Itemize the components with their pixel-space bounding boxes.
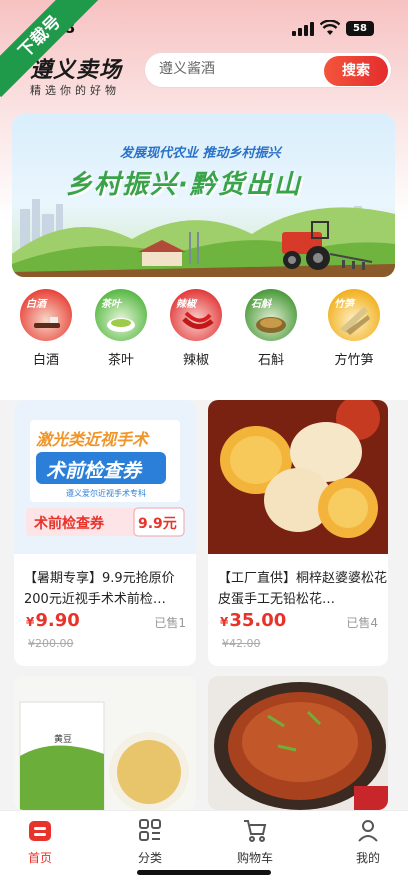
home-indicator (137, 870, 271, 875)
product-title: 【工厂直供】桐梓赵婆婆松花皮蛋手工无铅松花… (218, 571, 388, 607)
product-image-line4: 术前检查券 (34, 516, 104, 532)
product-card[interactable]: 黄豆 (14, 676, 196, 810)
category-label: 白酒 (32, 353, 59, 368)
category-label: 茶叶 (107, 353, 134, 368)
chili-icon: 辣椒 (170, 289, 222, 341)
product-sold-count: 已售4 (346, 616, 378, 630)
category-bamboo-shoot[interactable]: 竹笋 方竹笋 (324, 289, 384, 368)
product-card[interactable]: 激光类近视手术 术前检查券 遵义爱尔近视手术专科 术前检查券 9.9元 【暑期专… (14, 400, 196, 666)
product-price: ¥9.90 (26, 610, 80, 631)
product-image-line2: 术前检查券 (46, 460, 142, 482)
tab-cart[interactable]: 购物车 (225, 817, 285, 866)
promo-banner[interactable]: 发展现代农业 推动乡村振兴 乡村振兴·黔货出山 (12, 114, 395, 277)
tab-category[interactable]: 分类 (120, 817, 180, 866)
app-logo-subtitle: 精选你的好物 (30, 84, 120, 97)
product-original-price: ¥200.00 (28, 637, 74, 650)
category-grid-icon (137, 817, 163, 843)
product-image-label: 黄豆 (54, 735, 73, 745)
product-image-line3: 遵义爱尔近视手术专科 (66, 489, 146, 498)
category-tea[interactable]: 茶叶 茶叶 (91, 289, 151, 368)
category-label: 方竹笋 (334, 353, 374, 368)
search-bar: 搜索 (144, 52, 392, 88)
tab-label: 分类 (137, 851, 162, 865)
tab-label: 我的 (355, 851, 380, 865)
product-sold-count: 已售1 (154, 616, 186, 630)
tab-home[interactable]: 首页 (10, 817, 70, 866)
product-price: ¥35.00 (220, 610, 287, 631)
home-icon (27, 817, 53, 843)
banner-subtitle: 发展现代农业 推动乡村振兴 (120, 146, 281, 161)
category-label: 石斛 (257, 353, 284, 368)
user-icon (355, 817, 381, 843)
product-image: 激光类近视手术 术前检查券 遵义爱尔近视手术专科 术前检查券 9.9元 (14, 400, 196, 554)
category-baijiu[interactable]: 白酒 白酒 (16, 289, 76, 368)
baijiu-icon: 白酒 (20, 289, 72, 341)
category-dendrobium[interactable]: 石斛 石斛 (241, 289, 301, 368)
category-row: 白酒 白酒 茶叶 茶叶 辣椒 辣椒 石斛 石斛 竹笋 方竹笋 (0, 285, 408, 375)
tab-label: 购物车 (236, 851, 273, 865)
cart-icon (242, 817, 268, 843)
battery-icon: 58 (346, 21, 374, 36)
product-card[interactable]: 【工厂直供】桐梓赵婆婆松花皮蛋手工无铅松花… ¥35.00 已售4 ¥42.00 (208, 400, 388, 666)
product-image-price-tag: 9.9元 (138, 516, 177, 532)
banner-title: 乡村振兴·黔货出山 (66, 170, 302, 200)
search-button[interactable]: 搜索 (324, 56, 388, 86)
product-image (208, 676, 388, 810)
tab-profile[interactable]: 我的 (338, 817, 398, 866)
search-input[interactable] (159, 61, 319, 77)
bamboo-shoot-icon: 竹笋 (328, 289, 380, 341)
category-label: 辣椒 (182, 353, 209, 368)
signal-icon (292, 22, 314, 36)
product-card[interactable] (208, 676, 388, 810)
product-original-price: ¥42.00 (222, 637, 261, 650)
dendrobium-icon: 石斛 (245, 289, 297, 341)
product-image (208, 400, 388, 554)
product-image: 黄豆 (14, 676, 196, 810)
wifi-icon (320, 20, 340, 35)
category-chili[interactable]: 辣椒 辣椒 (166, 289, 226, 368)
tab-label: 首页 (27, 851, 52, 865)
tea-icon: 茶叶 (95, 289, 147, 341)
product-title: 【暑期专享】9.9元抢原价200元近视手术术前检… (24, 571, 175, 607)
app-logo-title: 遵义卖场 (30, 58, 123, 83)
product-image-line1: 激光类近视手术 (36, 430, 149, 449)
